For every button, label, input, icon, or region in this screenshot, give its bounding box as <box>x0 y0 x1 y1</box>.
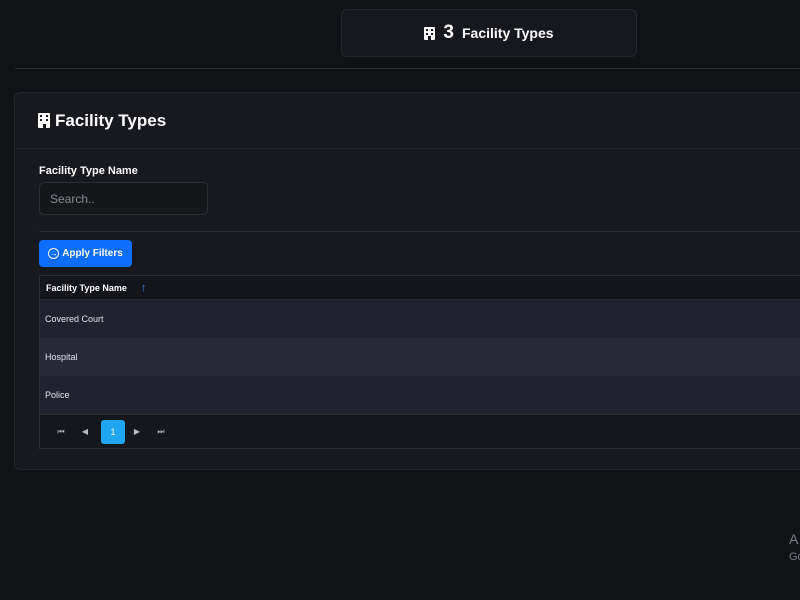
watermark-line-2: Go <box>789 551 800 563</box>
column-header-facility-type-name[interactable]: Facility Type Name <box>46 283 127 293</box>
first-page-button[interactable]: ⏮ <box>49 420 73 444</box>
apply-filters-label: Apply Filters <box>62 248 123 259</box>
header-divider <box>15 68 800 69</box>
windows-activation-watermark: A Go <box>789 532 800 563</box>
table-cell: Covered Court <box>45 314 104 324</box>
facility-type-name-search-input[interactable] <box>39 182 208 215</box>
apply-filters-button[interactable]: → Apply Filters <box>39 240 132 267</box>
page-number-button[interactable]: 1 <box>101 419 125 444</box>
previous-page-button[interactable]: ◀ <box>73 420 97 444</box>
filter-divider <box>39 231 800 232</box>
page-title: Facility Types <box>55 110 167 130</box>
table-row[interactable]: Hospital <box>40 338 800 376</box>
panel-header: Facility Types <box>15 93 800 149</box>
building-icon <box>424 26 436 40</box>
sort-ascending-icon[interactable]: ↑ <box>141 282 147 294</box>
building-icon <box>38 113 50 128</box>
facility-type-name-filter-label: Facility Type Name <box>39 165 138 177</box>
next-page-button[interactable]: ▶ <box>125 420 149 444</box>
facility-types-table: Facility Type Name ↑ Covered Court Hospi… <box>39 275 800 449</box>
watermark-line-1: A <box>789 531 799 547</box>
facility-types-stat-label: Facility Types <box>462 25 554 41</box>
last-page-button[interactable]: ⏭ <box>149 420 173 444</box>
table-row[interactable]: Police <box>40 376 800 414</box>
table-row[interactable]: Covered Court <box>40 300 800 338</box>
table-cell: Hospital <box>45 352 78 362</box>
table-cell: Police <box>45 390 70 400</box>
arrow-circle-right-icon: → <box>48 248 60 259</box>
table-header-row: Facility Type Name ↑ <box>40 276 800 300</box>
facility-types-count: 3 <box>443 22 454 43</box>
pagination: ⏮ ◀ 1 ▶ ⏭ <box>40 414 800 448</box>
facility-types-stat-card: 3 Facility Types <box>341 9 637 57</box>
facility-types-panel: Facility Types Facility Type Name → Appl… <box>14 92 800 470</box>
